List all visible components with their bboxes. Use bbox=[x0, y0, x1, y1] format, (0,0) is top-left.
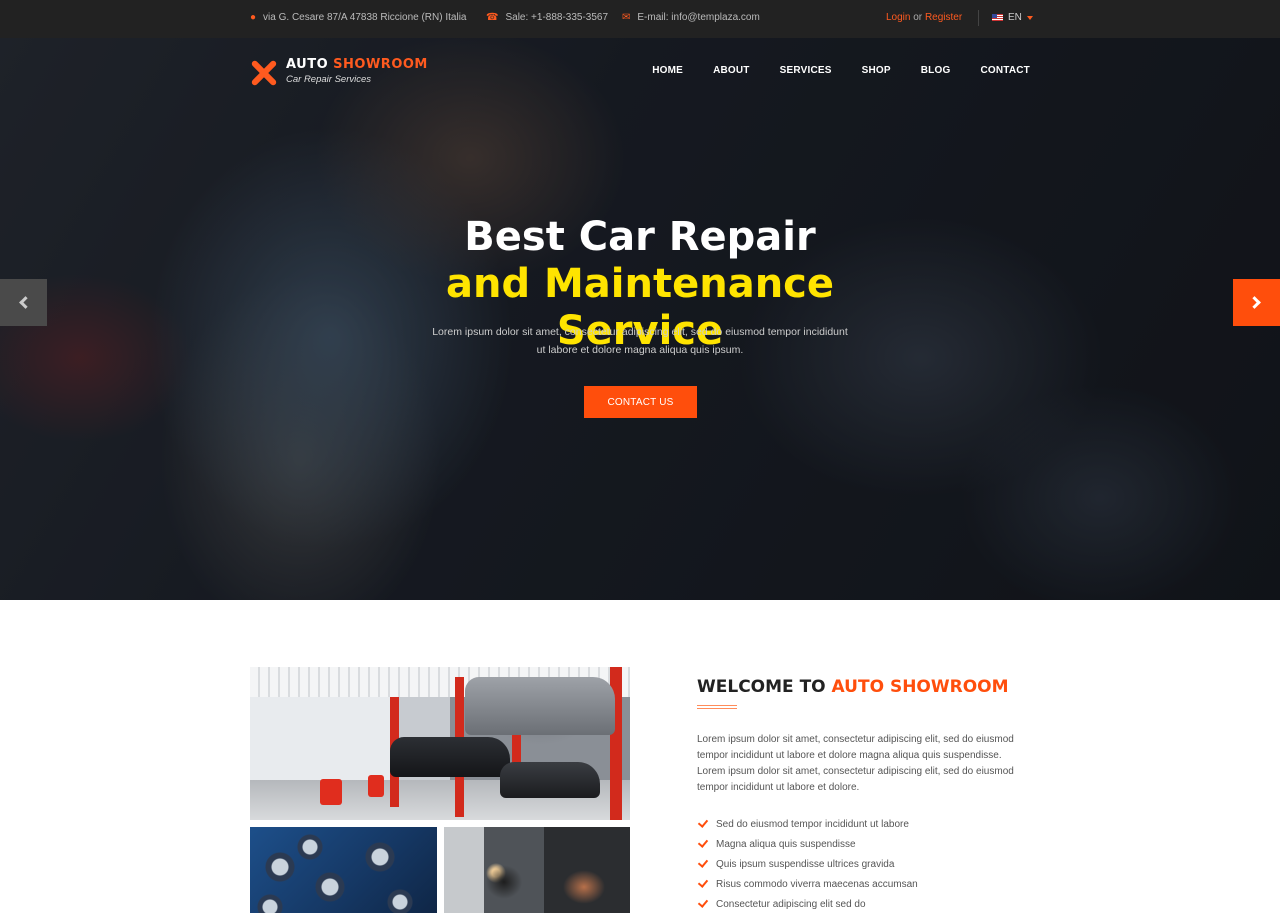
auth-links: Login or Register bbox=[886, 12, 962, 23]
mechanic-work-photo bbox=[444, 827, 630, 913]
envelope-icon: ✉ bbox=[622, 11, 631, 23]
flag-us-icon bbox=[992, 14, 1003, 21]
feature-text: Risus commodo viverra maecenas accumsan bbox=[716, 878, 918, 890]
welcome-heading-part1: WELCOME TO bbox=[697, 677, 826, 697]
phone-item[interactable]: ☎ Sale: +1-888-335-3567 bbox=[486, 12, 608, 23]
or-text: or bbox=[913, 12, 923, 23]
language-selector[interactable]: EN bbox=[992, 12, 1033, 23]
phone-text[interactable]: Sale: +1-888-335-3567 bbox=[505, 12, 608, 23]
nav-home[interactable]: HOME bbox=[652, 65, 683, 76]
garage-photo bbox=[250, 667, 630, 820]
slider-prev-button[interactable] bbox=[0, 279, 47, 326]
main-nav: HOME ABOUT SERVICES SHOP BLOG CONTACT bbox=[652, 65, 1030, 76]
list-item: Sed do eiusmod tempor incididunt ut labo… bbox=[697, 814, 918, 834]
list-item: Quis ipsum suspendisse ultrices gravida bbox=[697, 854, 918, 874]
check-icon bbox=[697, 837, 709, 848]
brand-name: AUTO SHOWROOM bbox=[286, 57, 428, 72]
map-marker-icon: ● bbox=[250, 11, 257, 23]
hero-subtitle: Lorem ipsum dolor sit amet, consectetur … bbox=[432, 326, 848, 356]
divider bbox=[978, 10, 979, 26]
login-link[interactable]: Login bbox=[886, 12, 910, 23]
language-label: EN bbox=[1008, 12, 1022, 23]
check-icon bbox=[697, 857, 709, 868]
chevron-right-icon bbox=[1248, 296, 1261, 309]
welcome-heading: WELCOME TO AUTO SHOWROOM bbox=[697, 677, 1009, 697]
welcome-intro: Lorem ipsum dolor sit amet, consectetur … bbox=[697, 734, 1014, 793]
nav-about[interactable]: ABOUT bbox=[683, 65, 750, 76]
feature-text: Magna aliqua quis suspendisse bbox=[716, 838, 856, 850]
site-logo[interactable]: AUTO SHOWROOM Car Repair Services bbox=[250, 57, 428, 87]
welcome-heading-part2: AUTO SHOWROOM bbox=[831, 677, 1009, 697]
nav-shop[interactable]: SHOP bbox=[832, 65, 891, 76]
check-icon bbox=[697, 877, 709, 888]
list-item: Magna aliqua quis suspendisse bbox=[697, 834, 918, 854]
top-bar: ● via G. Cesare 87/A 47838 Riccione (RN)… bbox=[0, 0, 1280, 38]
list-item: Risus commodo viverra maecenas accumsan bbox=[697, 874, 918, 894]
nav-contact[interactable]: CONTACT bbox=[950, 65, 1030, 76]
heading-underline bbox=[697, 705, 737, 709]
brand-name-part1: AUTO bbox=[286, 57, 329, 72]
brand-tagline: Car Repair Services bbox=[286, 74, 371, 85]
address-item: ● via G. Cesare 87/A 47838 Riccione (RN)… bbox=[250, 12, 466, 23]
email-item[interactable]: ✉ E-mail: info@templaza.com bbox=[622, 12, 760, 23]
feature-text: Quis ipsum suspendisse ultrices gravida bbox=[716, 858, 895, 870]
feature-text: Sed do eiusmod tempor incididunt ut labo… bbox=[716, 818, 909, 830]
address-text: via G. Cesare 87/A 47838 Riccione (RN) I… bbox=[263, 12, 467, 23]
slider-next-button[interactable] bbox=[1233, 279, 1280, 326]
check-icon bbox=[697, 897, 709, 908]
feature-text: Consectetur adipiscing elit sed do bbox=[716, 898, 866, 910]
phone-icon: ☎ bbox=[486, 11, 499, 23]
chevron-left-icon bbox=[19, 296, 32, 309]
contact-us-button[interactable]: CONTACT US bbox=[584, 386, 697, 418]
list-item: Consectetur adipiscing elit sed do bbox=[697, 894, 918, 914]
register-link[interactable]: Register bbox=[925, 12, 962, 23]
socket-set-photo bbox=[250, 827, 437, 913]
feature-list: Sed do eiusmod tempor incididunt ut labo… bbox=[697, 814, 918, 914]
wrench-screwdriver-icon bbox=[250, 59, 278, 87]
hero-title-line1: Best Car Repair bbox=[464, 214, 816, 260]
caret-down-icon bbox=[1026, 15, 1033, 20]
brand-name-part2: SHOWROOM bbox=[333, 57, 428, 72]
email-text[interactable]: E-mail: info@templaza.com bbox=[637, 12, 759, 23]
nav-blog[interactable]: BLOG bbox=[891, 65, 951, 76]
nav-services[interactable]: SERVICES bbox=[750, 65, 832, 76]
check-icon bbox=[697, 817, 709, 828]
hero-slider: AUTO SHOWROOM Car Repair Services HOME A… bbox=[0, 38, 1280, 600]
